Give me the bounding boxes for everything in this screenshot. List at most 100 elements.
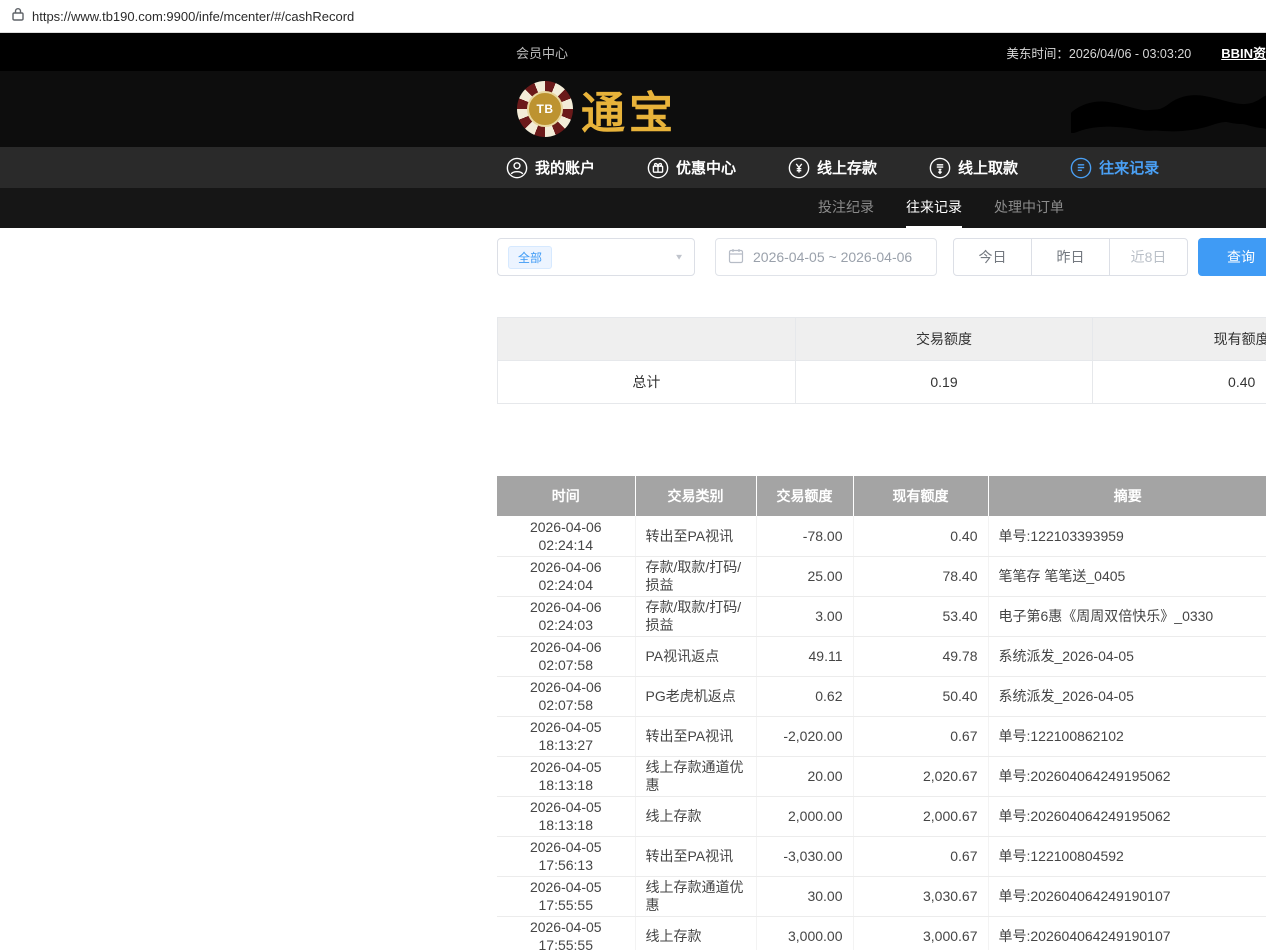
topbar: 会员中心 美东时间：2026/04/06 - 03:03:20 BBIN资 [0,33,1266,71]
table-cell: 0.67 [853,836,988,876]
table-cell: 2026-04-06 02:24:14 [497,516,635,556]
table-cell: 单号:122103393959 [988,516,1266,556]
nav-item-label: 我的账户 [535,157,595,178]
category-selected-tag[interactable]: 全部 [508,246,552,269]
summary-total-label: 总计 [498,361,796,404]
search-button[interactable]: 查询 [1198,238,1266,276]
table-cell: 线上存款 [635,916,756,950]
summary-trade-total: 0.19 [795,361,1093,404]
table-cell: 0.67 [853,716,988,756]
summary-table: 交易额度 现有额度 总计 0.19 0.40 [497,317,1266,404]
site-logo[interactable]: TB 通宝 [517,77,677,141]
table-cell: 2,000.67 [853,796,988,836]
table-cell: 单号:202604064249195062 [988,796,1266,836]
nav-item-deposit[interactable]: 线上存款 [788,157,877,179]
chevron-down-icon: ▼ [674,253,684,262]
withdraw-icon [929,157,951,179]
summary-balance-total: 0.40 [1093,361,1266,404]
category-select[interactable]: 全部 ▼ [497,238,695,276]
table-cell: PA视讯返点 [635,636,756,676]
poker-chip-center: TB [527,91,563,127]
summary-header-row: 交易额度 现有额度 [498,318,1266,361]
browser-address-bar[interactable]: https://www.tb190.com:9900/infe/mcenter/… [0,0,1266,33]
tab-cash-records[interactable]: 往来记录 [906,188,962,228]
table-cell: 3.00 [756,596,853,636]
table-cell: 78.40 [853,556,988,596]
table-row: 2026-04-06 02:24:14转出至PA视讯-78.000.40单号:1… [497,516,1266,556]
nav-item-promotions[interactable]: 优惠中心 [647,157,736,179]
table-cell: 2026-04-05 18:13:18 [497,796,635,836]
table-cell: 存款/取款/打码/损益 [635,596,756,636]
table-cell: 2026-04-06 02:24:04 [497,556,635,596]
table-cell: 2026-04-05 17:56:13 [497,836,635,876]
table-cell: 线上存款 [635,796,756,836]
table-cell: 转出至PA视讯 [635,836,756,876]
table-row: 2026-04-06 02:07:58PG老虎机返点0.6250.40系统派发_… [497,676,1266,716]
table-cell: 2026-04-05 18:13:27 [497,716,635,756]
tab-pending-orders[interactable]: 处理中订单 [994,188,1064,228]
table-cell: 2026-04-05 17:55:55 [497,876,635,916]
table-cell: 2026-04-06 02:07:58 [497,636,635,676]
col-header-balance: 现有额度 [853,476,988,516]
table-row: 2026-04-05 18:13:27转出至PA视讯-2,020.000.67单… [497,716,1266,756]
nav-item-withdraw[interactable]: 线上取款 [929,157,1018,179]
site-header: TB 通宝 [0,71,1266,147]
table-cell: 3,000.00 [756,916,853,950]
col-header-amount: 交易额度 [756,476,853,516]
nav-item-cash-record[interactable]: 往来记录 [1070,157,1159,179]
transactions-header-row: 时间 交易类别 交易额度 现有额度 摘要 [497,476,1266,516]
table-cell: 线上存款通道优惠 [635,756,756,796]
table-cell: 系统派发_2026-04-05 [988,636,1266,676]
summary-header-trade: 交易额度 [795,318,1093,361]
table-cell: 3,030.67 [853,876,988,916]
url-text: https://www.tb190.com:9900/infe/mcenter/… [32,9,354,24]
date-range-value: 2026-04-05 ~ 2026-04-06 [753,249,912,265]
table-cell: 53.40 [853,596,988,636]
table-cell: -3,030.00 [756,836,853,876]
poker-chip-icon: TB [517,81,573,137]
summary-total-row: 总计 0.19 0.40 [498,361,1266,404]
table-cell: 单号:202604064249190107 [988,876,1266,916]
date-range-input[interactable]: 2026-04-05 ~ 2026-04-06 [715,238,937,276]
table-cell: 25.00 [756,556,853,596]
table-cell: 2,020.67 [853,756,988,796]
last-8-days-button[interactable]: 近8日 [1109,238,1188,276]
table-cell: 20.00 [756,756,853,796]
tab-bet-records[interactable]: 投注纪录 [818,188,874,228]
today-button[interactable]: 今日 [953,238,1032,276]
table-row: 2026-04-06 02:24:04存款/取款/打码/损益25.0078.40… [497,556,1266,596]
col-header-type: 交易类别 [635,476,756,516]
tab-label: 投注纪录 [818,197,874,217]
nav-item-label: 优惠中心 [676,157,736,178]
table-cell: 49.78 [853,636,988,676]
table-cell: -78.00 [756,516,853,556]
deposit-icon [788,157,810,179]
table-cell: 0.40 [853,516,988,556]
table-cell: 单号:202604064249190107 [988,916,1266,950]
redaction-scribble [1071,89,1266,143]
table-row: 2026-04-05 18:13:18线上存款通道优惠20.002,020.67… [497,756,1266,796]
table-cell: 系统派发_2026-04-05 [988,676,1266,716]
table-cell: 2026-04-05 17:55:55 [497,916,635,950]
nav-item-label: 线上存款 [817,157,877,178]
table-cell: 笔笔存 笔笔送_0405 [988,556,1266,596]
chip-tb-text: TB [537,102,554,116]
nav-item-label: 往来记录 [1099,157,1159,178]
bbin-link[interactable]: BBIN资 [1221,43,1266,62]
table-row: 2026-04-05 17:55:55线上存款3,000.003,000.67单… [497,916,1266,950]
table-row: 2026-04-05 17:56:13转出至PA视讯-3,030.000.67单… [497,836,1266,876]
summary-header-balance: 现有额度 [1093,318,1266,361]
tab-label: 往来记录 [906,197,962,217]
main-nav: 我的账户 优惠中心 线上存款 线上取款 [0,147,1266,188]
table-cell: 3,000.67 [853,916,988,950]
table-cell: 线上存款通道优惠 [635,876,756,916]
yesterday-button[interactable]: 昨日 [1031,238,1110,276]
table-cell: PG老虎机返点 [635,676,756,716]
col-header-memo: 摘要 [988,476,1266,516]
nav-item-my-account[interactable]: 我的账户 [506,157,595,179]
table-cell: 单号:122100862102 [988,716,1266,756]
quick-range-group: 今日 昨日 近8日 [953,238,1188,276]
table-cell: 转出至PA视讯 [635,716,756,756]
summary-header-empty [498,318,796,361]
calendar-icon [728,248,744,267]
